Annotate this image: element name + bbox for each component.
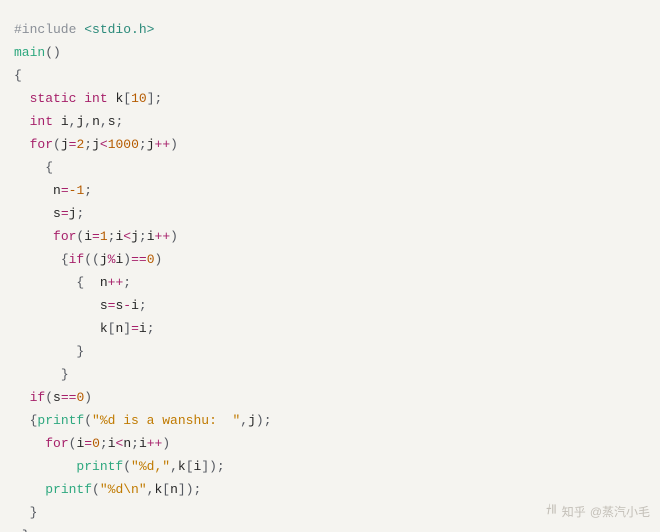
fn-main: main xyxy=(14,45,45,60)
preproc-include: #include xyxy=(14,22,84,37)
zhihu-icon xyxy=(544,501,558,524)
code-block: #include <stdio.h> main() { static int k… xyxy=(0,0,660,532)
include-header: <stdio.h> xyxy=(84,22,154,37)
watermark: 知乎 @蒸汽小毛 xyxy=(544,501,650,524)
watermark-user: @蒸汽小毛 xyxy=(590,501,650,524)
watermark-prefix: 知乎 xyxy=(562,501,586,524)
